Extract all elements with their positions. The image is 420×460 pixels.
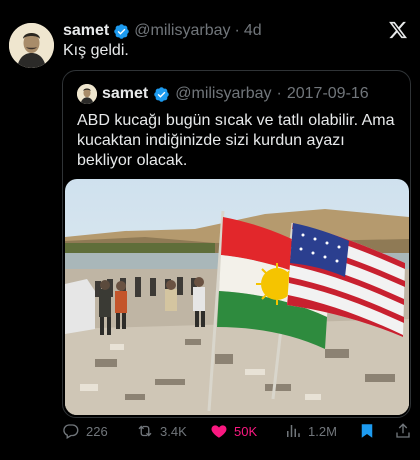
repost-icon: [138, 425, 152, 437]
separator-dot: ·: [234, 22, 240, 39]
quoted-photo[interactable]: [65, 179, 409, 415]
action-bar: 226 3.4K 50K 1.2M: [62, 420, 412, 442]
views-count: 1.2M: [308, 423, 337, 439]
quoted-date: 2017-09-16: [286, 85, 369, 102]
tweet-text: Kış geldi.: [63, 42, 129, 59]
flags-photo-illustration: [65, 179, 409, 415]
quoted-author-name: samet: [102, 85, 149, 102]
views-button[interactable]: 1.2M: [284, 420, 337, 442]
verified-icon: [113, 23, 130, 40]
share-icon: [396, 423, 410, 438]
reply-icon: [63, 424, 79, 439]
reply-count: 226: [86, 423, 108, 439]
author-handle[interactable]: @milisyarbay: [134, 22, 230, 40]
avatar-portrait: [9, 23, 54, 68]
bookmark-button[interactable]: [358, 420, 376, 442]
avatar[interactable]: [9, 23, 54, 68]
heart-icon: [211, 425, 227, 438]
quoted-handle: @milisyarbay: [175, 85, 272, 102]
separator-dot: ·: [276, 85, 282, 102]
tweet-header: samet @milisyarbay · 4d: [63, 20, 262, 42]
quoted-header: samet @milisyarbay · 2017-09-16: [77, 84, 369, 104]
verified-icon: [153, 86, 170, 103]
bookmark-icon: [361, 424, 373, 438]
repost-button[interactable]: 3.4K: [136, 420, 187, 442]
author-name[interactable]: samet: [63, 22, 109, 40]
timestamp[interactable]: 4d: [244, 22, 262, 40]
share-button[interactable]: [394, 420, 412, 442]
like-button[interactable]: 50K: [210, 420, 257, 442]
views-icon: [287, 425, 300, 437]
like-count: 50K: [234, 423, 258, 439]
quoted-avatar: [77, 84, 97, 104]
reply-button[interactable]: 226: [62, 420, 108, 442]
x-logo-icon[interactable]: [388, 20, 410, 42]
repost-count: 3.4K: [160, 423, 187, 439]
quoted-tweet[interactable]: samet @milisyarbay · 2017-09-16 ABD kuca…: [62, 70, 411, 418]
quoted-text: ABD kucağı bugün sıcak ve tatlı olabilir…: [77, 112, 395, 169]
